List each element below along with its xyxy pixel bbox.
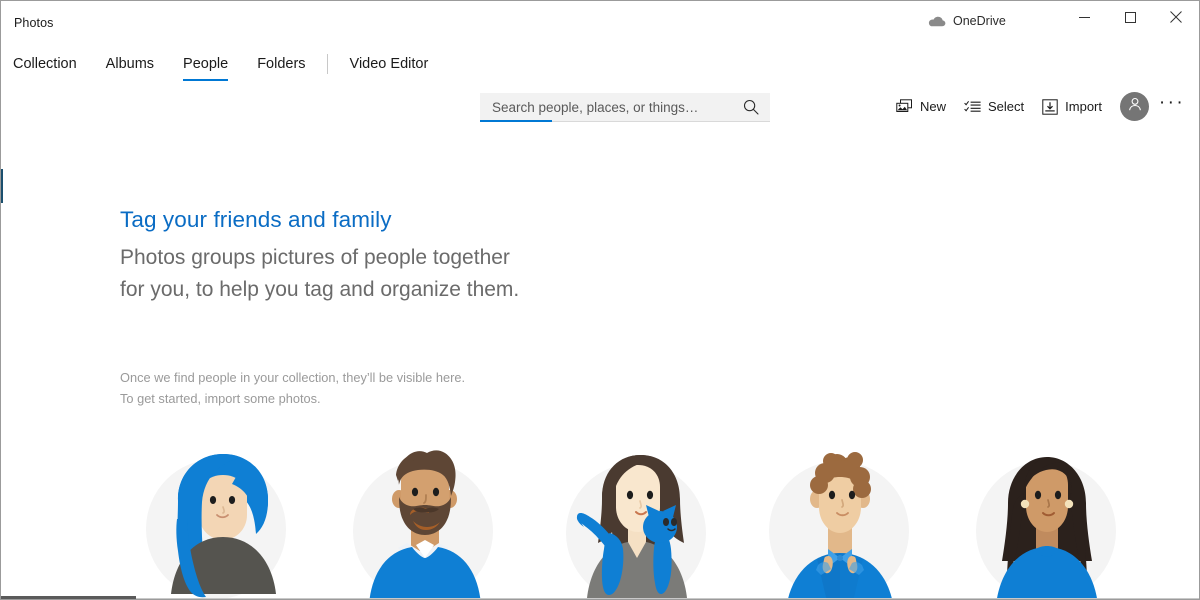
woman-with-cat-illustration — [558, 441, 718, 599]
woman-hijab-illustration — [144, 441, 304, 599]
title-bar: Photos OneDrive — [1, 1, 1199, 48]
people-placeholder-row — [120, 441, 1155, 599]
page-subtitle: Photos groups pictures of people togethe… — [120, 246, 520, 301]
person-card[interactable] — [534, 441, 741, 599]
search-input[interactable] — [480, 93, 732, 121]
toolbar-actions: New Select Import ··· — [887, 92, 1189, 121]
tab-people[interactable]: People — [183, 57, 229, 81]
long-hair-woman-illustration — [972, 441, 1132, 599]
hint-line-1: Once we find people in your collection, … — [120, 370, 465, 385]
app-title: Photos — [14, 16, 54, 30]
new-button[interactable]: New — [887, 94, 955, 120]
more-ellipsis-icon[interactable]: ··· — [1155, 92, 1189, 121]
import-button[interactable]: Import — [1033, 94, 1111, 120]
person-card[interactable] — [741, 441, 948, 599]
new-label: New — [920, 99, 947, 114]
bearded-man-illustration — [351, 441, 511, 599]
photos-app-window: Photos OneDrive Collection Albums People… — [0, 0, 1200, 600]
select-button[interactable]: Select — [955, 94, 1033, 119]
import-label: Import — [1065, 99, 1102, 114]
horizontal-scrollbar[interactable] — [1, 593, 1199, 599]
tab-collection[interactable]: Collection — [13, 57, 77, 78]
search-icon[interactable] — [732, 93, 770, 121]
new-photo-icon — [896, 98, 913, 115]
scrollbar-thumb[interactable] — [1, 596, 136, 599]
select-list-icon — [964, 100, 981, 114]
select-label: Select — [988, 99, 1025, 114]
account-avatar[interactable] — [1120, 92, 1149, 121]
tab-folders[interactable]: Folders — [257, 57, 305, 78]
scrollbar-track[interactable] — [1, 598, 1199, 599]
tab-video-editor[interactable]: Video Editor — [350, 57, 429, 78]
curly-hair-man-illustration — [765, 441, 925, 599]
command-bar: Collection Albums People Folders Video E… — [1, 48, 1199, 122]
left-edge-indicator — [1, 169, 3, 203]
nav-tabs: Collection Albums People Folders Video E… — [13, 48, 457, 86]
cloud-icon — [928, 15, 946, 28]
person-card[interactable] — [327, 441, 534, 599]
hint-line-2: To get started, import some photos. — [120, 391, 321, 406]
nav-divider — [326, 54, 328, 74]
import-icon — [1042, 98, 1058, 115]
search-box[interactable] — [480, 93, 770, 122]
person-card[interactable] — [948, 441, 1155, 599]
minimize-icon[interactable] — [1061, 1, 1107, 33]
close-icon[interactable] — [1153, 1, 1199, 33]
empty-state-hint: Once we find people in your collection, … — [120, 367, 465, 409]
person-card[interactable] — [120, 441, 327, 599]
person-avatar-icon — [1127, 96, 1143, 117]
onedrive-label: OneDrive — [953, 14, 1006, 28]
maximize-icon[interactable] — [1107, 1, 1153, 33]
page-title: Tag your friends and family — [120, 207, 392, 232]
onedrive-status[interactable]: OneDrive — [928, 14, 1006, 28]
caption-buttons — [1061, 1, 1199, 33]
tab-albums[interactable]: Albums — [106, 57, 154, 78]
